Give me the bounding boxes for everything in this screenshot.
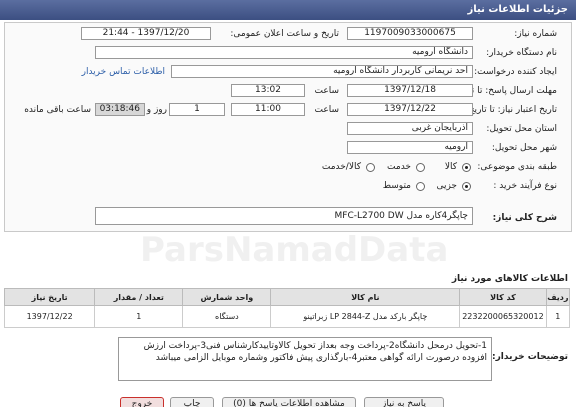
need-number-field: 1197009033000675 [347, 27, 473, 40]
items-table: ردیف کد کالا نام کالا واحد شمارش تعداد /… [3, 288, 571, 328]
view-answers-button[interactable]: مشاهده اطلاعات پاسخ ها (0) [222, 397, 356, 407]
province-field: آذربایجان غربی [347, 122, 473, 135]
buyer-org-field: دانشگاه ارومیه [95, 46, 473, 59]
cell-code: 2232200065320012 [459, 305, 547, 328]
table-row[interactable]: 1 2232200065320012 چاپگر بارکد مدل LP 28… [3, 305, 571, 328]
remaining-label: ساعت باقی مانده [24, 105, 91, 115]
creator-field: احد نریمانی کاربردار دانشگاه ارومیه [171, 65, 473, 78]
col-row: ردیف [545, 288, 571, 306]
cell-name: چاپگر بارکد مدل LP 2844-Z زبراتینو [270, 305, 461, 328]
category-radio-goods[interactable] [462, 163, 471, 172]
announce-field: 1397/12/20 - 21:44 [81, 27, 211, 40]
need-details-panel: شماره نیاز: 1197009033000675 تاریخ و ساع… [4, 22, 572, 232]
cell-qty: 1 [94, 305, 184, 328]
buyer-contact-link[interactable]: اطلاعات تماس خریدار [82, 67, 165, 77]
days-field: 1 [169, 103, 225, 116]
cell-date: 1397/12/22 [3, 305, 96, 328]
send-time-field: 13:02 [231, 84, 305, 97]
validity-time-field: 11:00 [231, 103, 305, 116]
process-option-minor: جزیی [436, 181, 457, 191]
buyer-notes-field: 1-تحویل درمحل دانشگاه2-پرداخت وجه بعداز … [118, 337, 492, 381]
remaining-time-field: 03:18:46 [95, 103, 145, 116]
col-qty: تعداد / مقدار [94, 288, 184, 306]
col-date: تاریخ نیاز [3, 288, 96, 306]
category-label: طبقه بندی موضوعی: [477, 162, 557, 172]
buyer-org-label: نام دستگاه خریدار: [486, 48, 557, 58]
buyer-notes-label: توضیحات خریدار: [492, 352, 568, 362]
category-option-goods-service: کالا/خدمت [321, 162, 361, 172]
send-time-label: ساعت [314, 86, 340, 96]
watermark-text: ParsNamadData [140, 230, 449, 270]
items-section-title: اطلاعات کالاهای مورد نیاز [451, 274, 568, 284]
page-title: جزئیات اطلاعات نیاز [467, 4, 568, 15]
category-radio-service[interactable] [416, 163, 425, 172]
col-unit: واحد شمارش [182, 288, 272, 306]
process-radio-minor[interactable] [462, 182, 471, 191]
category-radio-goods-service[interactable] [366, 163, 375, 172]
col-code: کد کالا [459, 288, 547, 306]
days-label: روز و [146, 105, 167, 115]
col-name: نام کالا [270, 288, 461, 306]
process-label: نوع فرآیند خرید : [493, 181, 557, 191]
validity-label: تاریخ اعتبار نیاز: تا تاریخ: [465, 105, 557, 115]
general-desc-field: چاپگر4کاره مدل MFC-L2700 DW [95, 207, 473, 225]
print-button[interactable]: چاپ [170, 397, 214, 407]
cell-unit: دستگاه [182, 305, 272, 328]
back-button[interactable]: خروج [120, 397, 164, 407]
process-radio-medium[interactable] [416, 182, 425, 191]
city-field: ارومیه [347, 141, 473, 154]
items-table-header: ردیف کد کالا نام کالا واحد شمارش تعداد /… [3, 288, 571, 306]
general-desc-label: شرح کلی نیاز: [492, 213, 557, 223]
send-date-field: 1397/12/18 [347, 84, 473, 97]
validity-date-field: 1397/12/22 [347, 103, 473, 116]
reply-button[interactable]: پاسخ به نیاز [364, 397, 444, 407]
cell-row: 1 [545, 305, 571, 328]
category-option-goods: کالا [444, 162, 457, 172]
validity-time-label: ساعت [314, 105, 340, 115]
city-label: شهر محل تحویل: [491, 143, 557, 153]
process-option-medium: متوسط [382, 181, 411, 191]
category-option-service: خدمت [387, 162, 411, 172]
need-number-label: شماره نیاز: [514, 29, 557, 39]
province-label: استان محل تحویل: [486, 124, 557, 134]
page-header: جزئیات اطلاعات نیاز [0, 0, 576, 20]
announce-label: تاریخ و ساعت اعلان عمومی: [230, 29, 339, 39]
creator-label: ایجاد کننده درخواست: [474, 67, 557, 77]
